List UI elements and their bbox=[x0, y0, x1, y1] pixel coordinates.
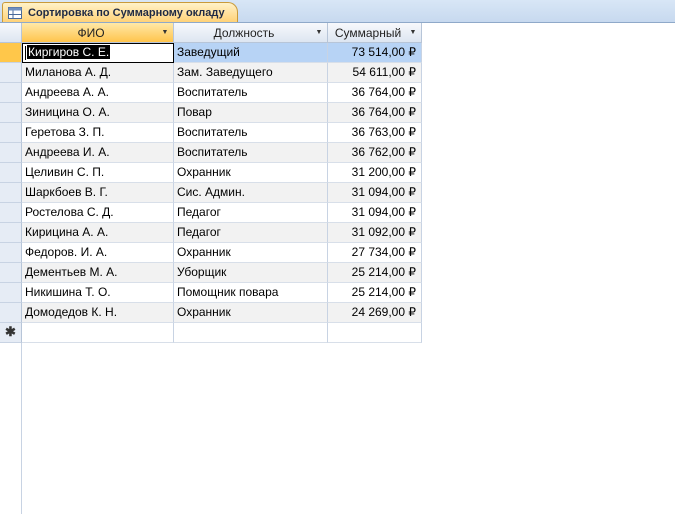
record-selector[interactable] bbox=[0, 243, 22, 263]
record-selector[interactable] bbox=[0, 223, 22, 243]
cell-fio[interactable]: Геретова З. П. bbox=[22, 123, 174, 143]
cell-sum[interactable]: 31 094,00 ₽ bbox=[328, 183, 422, 203]
cell-position[interactable] bbox=[174, 323, 328, 343]
cell-fio[interactable]: Дементьев М. А. bbox=[22, 263, 174, 283]
table-row[interactable]: Андреева А. А. Воспитатель 36 764,00 ₽ bbox=[0, 83, 422, 103]
table-row[interactable]: Андреева И. А. Воспитатель 36 762,00 ₽ bbox=[0, 143, 422, 163]
record-selector[interactable] bbox=[0, 143, 22, 163]
cell-sum[interactable]: 54 611,00 ₽ bbox=[328, 63, 422, 83]
cell-sum[interactable]: 25 214,00 ₽ bbox=[328, 263, 422, 283]
cell-sum[interactable]: 36 764,00 ₽ bbox=[328, 103, 422, 123]
datasheet-grid[interactable]: ФИО ▼ Должность ▼ Суммарный ▼ Киргиров С… bbox=[0, 23, 675, 514]
selected-text: Киргиров С. Е. bbox=[27, 45, 111, 59]
table-row[interactable]: Геретова З. П. Воспитатель 36 763,00 ₽ bbox=[0, 123, 422, 143]
table-row[interactable]: Кирицина А. А. Педагог 31 092,00 ₽ bbox=[0, 223, 422, 243]
cell-position[interactable]: Воспитатель bbox=[174, 83, 328, 103]
record-selector[interactable] bbox=[0, 163, 22, 183]
table-row[interactable]: Ростелова С. Д. Педагог 31 094,00 ₽ bbox=[0, 203, 422, 223]
cell-fio[interactable]: Федоров. И. А. bbox=[22, 243, 174, 263]
query-tab[interactable]: Сортировка по Суммарному окладу bbox=[2, 2, 238, 22]
filter-dropdown-icon[interactable]: ▼ bbox=[160, 29, 170, 36]
record-selector[interactable] bbox=[0, 43, 22, 63]
table-row[interactable]: Федоров. И. А. Охранник 27 734,00 ₽ bbox=[0, 243, 422, 263]
cell-sum[interactable]: 31 092,00 ₽ bbox=[328, 223, 422, 243]
cell-fio[interactable]: Шаркбоев В. Г. bbox=[22, 183, 174, 203]
column-header-label: Суммарный bbox=[334, 25, 402, 40]
cell-sum[interactable]: 25 214,00 ₽ bbox=[328, 283, 422, 303]
cell-sum[interactable]: 36 764,00 ₽ bbox=[328, 83, 422, 103]
column-header-sum[interactable]: Суммарный ▼ bbox=[328, 23, 422, 43]
new-record-row[interactable]: ✱ bbox=[0, 323, 422, 343]
table-row[interactable]: Зиницина О. А. Повар 36 764,00 ₽ bbox=[0, 103, 422, 123]
filter-dropdown-icon[interactable]: ▼ bbox=[408, 29, 418, 36]
column-header-position[interactable]: Должность ▼ bbox=[174, 23, 328, 43]
cell-position[interactable]: Повар bbox=[174, 103, 328, 123]
record-selector[interactable] bbox=[0, 123, 22, 143]
column-header-label: ФИО bbox=[77, 25, 105, 40]
cell-sum[interactable]: 36 763,00 ₽ bbox=[328, 123, 422, 143]
cell-position[interactable]: Охранник bbox=[174, 163, 328, 183]
filter-dropdown-icon[interactable]: ▼ bbox=[314, 29, 324, 36]
cell-position[interactable]: Помощник повара bbox=[174, 283, 328, 303]
query-datasheet-icon bbox=[8, 6, 22, 19]
table-row[interactable]: Шаркбоев В. Г. Сис. Админ. 31 094,00 ₽ bbox=[0, 183, 422, 203]
table-row[interactable]: Никишина Т. О. Помощник повара 25 214,00 ₽ bbox=[0, 283, 422, 303]
cell-fio[interactable]: Домодедов К. Н. bbox=[22, 303, 174, 323]
cell-fio[interactable]: Зиницина О. А. bbox=[22, 103, 174, 123]
record-selector[interactable] bbox=[0, 103, 22, 123]
cell-sum[interactable]: 36 762,00 ₽ bbox=[328, 143, 422, 163]
cell-fio[interactable]: Ростелова С. Д. bbox=[22, 203, 174, 223]
cell-position[interactable]: Охранник bbox=[174, 243, 328, 263]
cell-fio[interactable]: Целивин С. П. bbox=[22, 163, 174, 183]
cell-position[interactable]: Заведущий bbox=[174, 43, 328, 63]
record-selector[interactable] bbox=[0, 63, 22, 83]
cell-position[interactable]: Педагог bbox=[174, 223, 328, 243]
record-selector[interactable] bbox=[0, 263, 22, 283]
record-selector[interactable] bbox=[0, 183, 22, 203]
cell-position[interactable]: Сис. Админ. bbox=[174, 183, 328, 203]
cell-fio[interactable]: Миланова А. Д. bbox=[22, 63, 174, 83]
record-selector[interactable] bbox=[0, 83, 22, 103]
record-selector[interactable] bbox=[0, 303, 22, 323]
cell-sum[interactable]: 73 514,00 ₽ bbox=[328, 43, 422, 63]
cell-position[interactable]: Уборщик bbox=[174, 263, 328, 283]
cell-fio[interactable]: Никишина Т. О. bbox=[22, 283, 174, 303]
column-header-fio[interactable]: ФИО ▼ bbox=[22, 23, 174, 43]
column-header-row: ФИО ▼ Должность ▼ Суммарный ▼ bbox=[0, 23, 422, 43]
cell-fio[interactable]: Киргиров С. Е. bbox=[22, 43, 174, 63]
record-selector[interactable]: ✱ bbox=[0, 323, 22, 343]
table-row[interactable]: Домодедов К. Н. Охранник 24 269,00 ₽ bbox=[0, 303, 422, 323]
cell-position[interactable]: Воспитатель bbox=[174, 143, 328, 163]
tab-title: Сортировка по Суммарному окладу bbox=[28, 6, 225, 19]
select-all-corner[interactable] bbox=[0, 23, 22, 43]
column-header-label: Должность bbox=[213, 25, 275, 40]
cell-position[interactable]: Охранник bbox=[174, 303, 328, 323]
table-row[interactable]: Миланова А. Д. Зам. Заведущего 54 611,00 ₽ bbox=[0, 63, 422, 83]
cell-sum[interactable]: 31 094,00 ₽ bbox=[328, 203, 422, 223]
table-row[interactable]: Дементьев М. А. Уборщик 25 214,00 ₽ bbox=[0, 263, 422, 283]
cell-sum[interactable] bbox=[328, 323, 422, 343]
document-tab-strip: Сортировка по Суммарному окладу bbox=[0, 0, 675, 23]
cell-fio[interactable]: Андреева И. А. bbox=[22, 143, 174, 163]
cell-sum[interactable]: 27 734,00 ₽ bbox=[328, 243, 422, 263]
record-selector[interactable] bbox=[0, 203, 22, 223]
cell-fio[interactable]: Андреева А. А. bbox=[22, 83, 174, 103]
cell-position[interactable]: Педагог bbox=[174, 203, 328, 223]
text-cursor bbox=[25, 45, 26, 60]
cell-position[interactable]: Зам. Заведущего bbox=[174, 63, 328, 83]
table-row[interactable]: Целивин С. П. Охранник 31 200,00 ₽ bbox=[0, 163, 422, 183]
cell-position[interactable]: Воспитатель bbox=[174, 123, 328, 143]
cell-fio[interactable] bbox=[22, 323, 174, 343]
record-selector[interactable] bbox=[0, 283, 22, 303]
table-row[interactable]: Киргиров С. Е. Заведущий 73 514,00 ₽ bbox=[0, 43, 422, 63]
cell-fio[interactable]: Кирицина А. А. bbox=[22, 223, 174, 243]
cell-sum[interactable]: 31 200,00 ₽ bbox=[328, 163, 422, 183]
new-record-icon: ✱ bbox=[5, 324, 16, 339]
cell-sum[interactable]: 24 269,00 ₽ bbox=[328, 303, 422, 323]
